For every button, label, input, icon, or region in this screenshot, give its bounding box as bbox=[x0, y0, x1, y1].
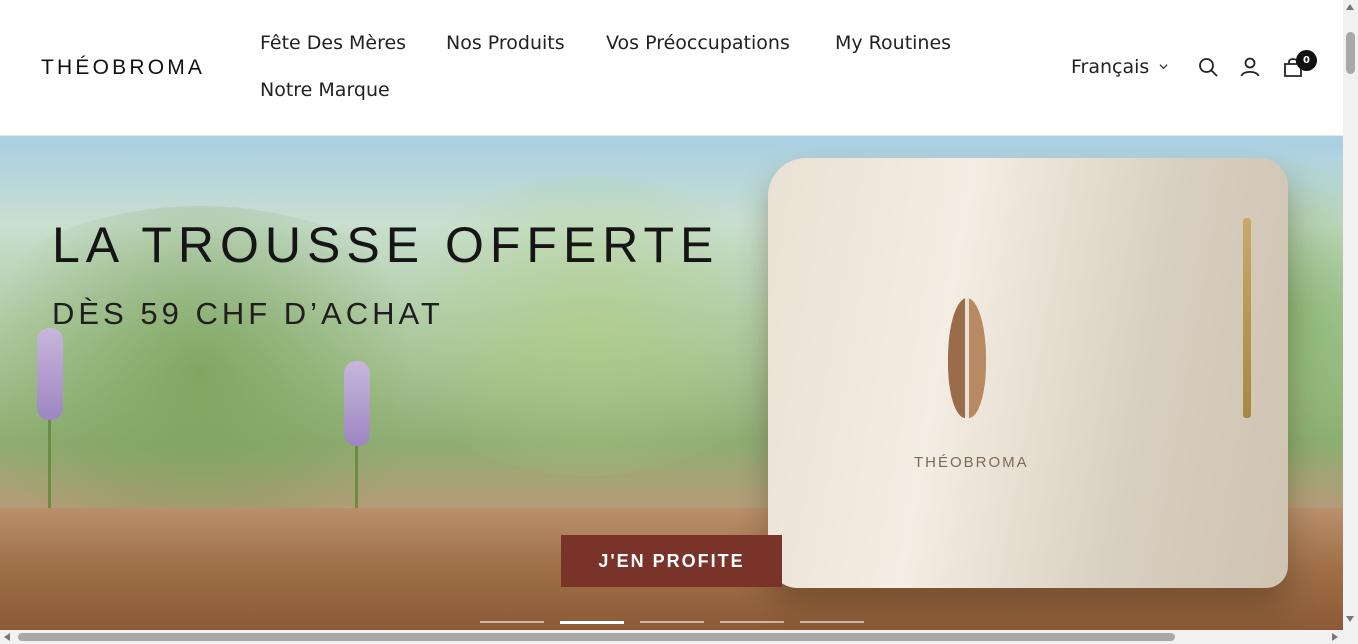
hero-subheadline: DÈS 59 CHF D’ACHAT bbox=[52, 296, 444, 331]
nav-item-fete-des-meres[interactable]: Fête Des Mères bbox=[260, 32, 406, 54]
hero-headline: LA TROUSSE OFFERTE bbox=[52, 217, 720, 273]
language-label: Français bbox=[1071, 56, 1150, 78]
lavender-flower bbox=[344, 361, 370, 446]
pouch-image: THÉOBROMA bbox=[768, 158, 1288, 588]
nav-item-my-routines[interactable]: My Routines bbox=[835, 32, 951, 54]
account-icon[interactable] bbox=[1239, 56, 1261, 78]
lavender-flower bbox=[37, 328, 63, 420]
vertical-scrollbar[interactable] bbox=[1343, 0, 1358, 630]
vertical-scroll-thumb[interactable] bbox=[1346, 32, 1355, 74]
scroll-left-icon[interactable] bbox=[4, 633, 10, 641]
scroll-up-icon[interactable] bbox=[1346, 4, 1354, 10]
flower-stem bbox=[48, 406, 51, 516]
slide-dot-active[interactable] bbox=[560, 621, 624, 624]
scroll-right-icon[interactable] bbox=[1332, 633, 1338, 641]
language-selector[interactable]: Français bbox=[1071, 56, 1168, 78]
brand-logo[interactable]: THÉOBROMA bbox=[41, 56, 205, 80]
nav-item-nos-produits[interactable]: Nos Produits bbox=[446, 32, 565, 54]
slide-dot[interactable] bbox=[640, 621, 704, 623]
nav-item-vos-preoccupations[interactable]: Vos Préoccupations bbox=[606, 32, 790, 54]
brand-emblem bbox=[948, 298, 986, 418]
site-header: THÉOBROMA Fête Des Mères Nos Produits Vo… bbox=[0, 0, 1343, 136]
cta-button[interactable]: J'EN PROFITE bbox=[561, 535, 782, 587]
scroll-down-icon[interactable] bbox=[1346, 616, 1354, 622]
hero-banner: THÉOBROMA LA TROUSSE OFFERTE DÈS 59 CHF … bbox=[0, 136, 1343, 630]
cart-count-badge: 0 bbox=[1296, 50, 1317, 71]
flower-stem bbox=[355, 436, 358, 516]
slide-dot[interactable] bbox=[480, 621, 544, 623]
pouch-zipper bbox=[1243, 218, 1251, 418]
horizontal-scroll-thumb[interactable] bbox=[18, 633, 1175, 641]
chevron-down-icon bbox=[1159, 64, 1168, 70]
horizontal-scrollbar[interactable] bbox=[0, 630, 1358, 644]
nav-item-notre-marque[interactable]: Notre Marque bbox=[260, 79, 390, 101]
search-icon[interactable] bbox=[1197, 56, 1219, 78]
slide-dot[interactable] bbox=[800, 621, 864, 623]
slide-dot[interactable] bbox=[720, 621, 784, 623]
pouch-brand-label: THÉOBROMA bbox=[914, 454, 1029, 471]
